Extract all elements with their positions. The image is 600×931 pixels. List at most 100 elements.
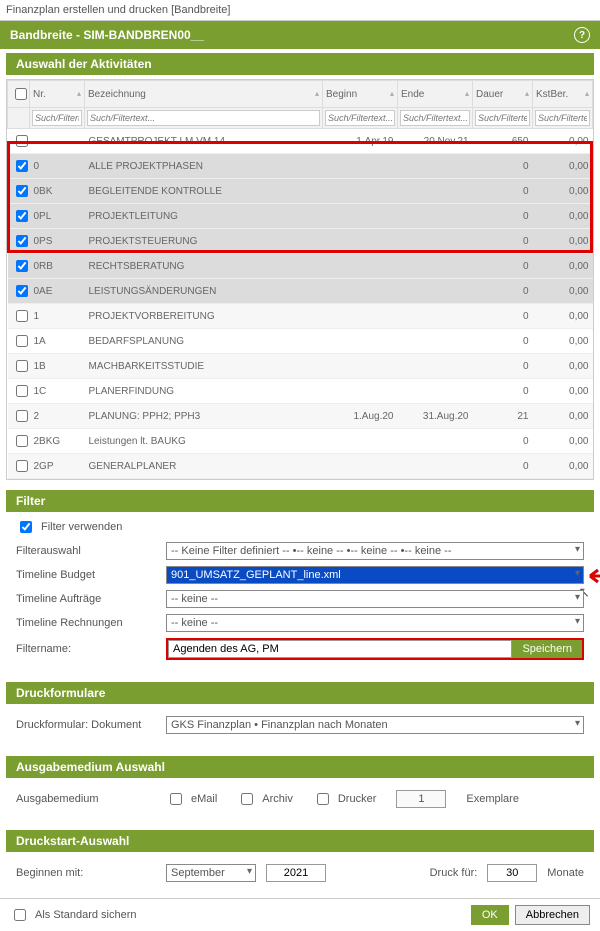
cell-kst: 0,00 — [533, 229, 593, 254]
row-check[interactable] — [16, 160, 28, 172]
cell-bez: ALLE PROJEKTPHASEN — [85, 154, 323, 179]
row-check[interactable] — [16, 210, 28, 222]
check-all[interactable] — [15, 88, 27, 100]
row-check[interactable] — [16, 285, 28, 297]
row-check[interactable] — [16, 235, 28, 247]
activities-table: Nr.▴ Bezeichnung▴ Beginn▴ Ende▴ Dauer▴ K… — [6, 79, 594, 480]
filter-dauer[interactable] — [475, 110, 530, 126]
row-check[interactable] — [16, 335, 28, 347]
table-row[interactable]: 1PROJEKTVORBEREITUNG00,00 — [8, 304, 593, 329]
drucker-check[interactable] — [317, 793, 329, 805]
row-check[interactable] — [16, 385, 28, 397]
timeline-auftrage-select[interactable]: -- keine -- — [166, 590, 584, 608]
timeline-rechnungen-select[interactable]: -- keine -- — [166, 614, 584, 632]
cell-nr: 2GP — [30, 454, 85, 479]
cell-beginn — [323, 229, 398, 254]
filterauswahl-select[interactable]: -- Keine Filter definiert -- •-- keine -… — [166, 542, 584, 560]
row-check[interactable] — [16, 135, 28, 147]
table-row[interactable]: 0PSPROJEKTSTEUERUNG00,00 — [8, 229, 593, 254]
cancel-button[interactable]: Abbrechen — [515, 905, 590, 925]
red-arrow-annotation — [580, 566, 600, 586]
row-check[interactable] — [16, 185, 28, 197]
section-activities-title: Auswahl der Aktivitäten — [6, 53, 594, 75]
druckfur-label: Druck für: — [430, 867, 478, 879]
ok-button[interactable]: OK — [471, 905, 509, 925]
timeline-budget-label: Timeline Budget — [16, 569, 156, 581]
filterauswahl-label: Filterauswahl — [16, 545, 156, 557]
row-check[interactable] — [16, 410, 28, 422]
table-row[interactable]: 2BKGLeistungen lt. BAUKG00,00 — [8, 429, 593, 454]
email-label: eMail — [191, 793, 217, 805]
row-check[interactable] — [16, 260, 28, 272]
row-check[interactable] — [16, 460, 28, 472]
druckform-select[interactable]: GKS Finanzplan • Finanzplan nach Monaten — [166, 716, 584, 734]
table-row[interactable]: GESAMTPROJEKT LM.VM.141.Apr.1920.Nov.216… — [8, 129, 593, 154]
cell-nr: 1A — [30, 329, 85, 354]
cell-dauer: 0 — [473, 379, 533, 404]
cell-ende — [398, 329, 473, 354]
timeline-budget-select[interactable]: 901_UMSATZ_GEPLANT_line.xml — [166, 566, 584, 584]
cell-bez: PLANUNG: PPH2; PPH3 — [85, 404, 323, 429]
cell-kst: 0,00 — [533, 204, 593, 229]
cell-ende — [398, 179, 473, 204]
drucker-label: Drucker — [338, 793, 377, 805]
row-check[interactable] — [16, 310, 28, 322]
row-check[interactable] — [16, 435, 28, 447]
cell-ende — [398, 204, 473, 229]
table-row[interactable]: 1BMACHBARKEITSSTUDIE00,00 — [8, 354, 593, 379]
table-row[interactable]: 0ALLE PROJEKTPHASEN00,00 — [8, 154, 593, 179]
cell-kst: 0,00 — [533, 129, 593, 154]
use-filter-label: Filter verwenden — [41, 521, 122, 533]
cell-ende — [398, 429, 473, 454]
cell-beginn: 1.Apr.19 — [323, 129, 398, 154]
use-filter-check[interactable] — [20, 521, 32, 533]
col-check[interactable] — [8, 81, 30, 108]
table-row[interactable]: 0BKBEGLEITENDE KONTROLLE00,00 — [8, 179, 593, 204]
cell-bez: BEDARFSPLANUNG — [85, 329, 323, 354]
cell-nr: 2 — [30, 404, 85, 429]
col-ende[interactable]: Ende▴ — [398, 81, 473, 108]
cell-beginn — [323, 354, 398, 379]
cell-ende — [398, 229, 473, 254]
table-row[interactable]: 2PLANUNG: PPH2; PPH31.Aug.2031.Aug.20210… — [8, 404, 593, 429]
druckfur-input[interactable] — [487, 864, 537, 882]
table-row[interactable]: 0AELEISTUNGSÄNDERUNGEN00,00 — [8, 279, 593, 304]
col-kst[interactable]: KstBer.▴ — [533, 81, 593, 108]
save-button[interactable]: Speichern — [512, 640, 582, 658]
header-text: Bandbreite - SIM-BANDBREN00__ — [10, 28, 204, 42]
standard-check[interactable] — [14, 909, 26, 921]
cell-nr: 0PL — [30, 204, 85, 229]
cell-dauer: 0 — [473, 254, 533, 279]
filter-nr[interactable] — [32, 110, 82, 126]
row-check[interactable] — [16, 360, 28, 372]
col-bez[interactable]: Bezeichnung▴ — [85, 81, 323, 108]
year-input[interactable] — [266, 864, 326, 882]
cell-bez: PROJEKTSTEUERUNG — [85, 229, 323, 254]
col-nr[interactable]: Nr.▴ — [30, 81, 85, 108]
help-icon[interactable]: ? — [574, 27, 590, 43]
cell-nr — [30, 129, 85, 154]
month-select[interactable]: September — [166, 864, 256, 882]
table-row[interactable]: 2GPGENERALPLANER00,00 — [8, 454, 593, 479]
filter-ende[interactable] — [400, 110, 470, 126]
col-dauer[interactable]: Dauer▴ — [473, 81, 533, 108]
table-row[interactable]: 0RBRECHTSBERATUNG00,00 — [8, 254, 593, 279]
email-check[interactable] — [170, 793, 182, 805]
table-row[interactable]: 1CPLANERFINDUNG00,00 — [8, 379, 593, 404]
cell-nr: 1B — [30, 354, 85, 379]
table-row[interactable]: 1ABEDARFSPLANUNG00,00 — [8, 329, 593, 354]
filter-kst[interactable] — [535, 110, 590, 126]
filter-bez[interactable] — [87, 110, 320, 126]
filtername-input[interactable] — [168, 640, 512, 658]
cell-dauer: 650 — [473, 129, 533, 154]
archiv-check[interactable] — [241, 793, 253, 805]
cell-bez: Leistungen lt. BAUKG — [85, 429, 323, 454]
col-beginn[interactable]: Beginn▴ — [323, 81, 398, 108]
table-row[interactable]: 0PLPROJEKTLEITUNG00,00 — [8, 204, 593, 229]
cell-bez: BEGLEITENDE KONTROLLE — [85, 179, 323, 204]
archiv-label: Archiv — [262, 793, 293, 805]
cell-nr: 1 — [30, 304, 85, 329]
cell-kst: 0,00 — [533, 454, 593, 479]
filter-beginn[interactable] — [325, 110, 395, 126]
filter-title: Filter — [6, 490, 594, 512]
